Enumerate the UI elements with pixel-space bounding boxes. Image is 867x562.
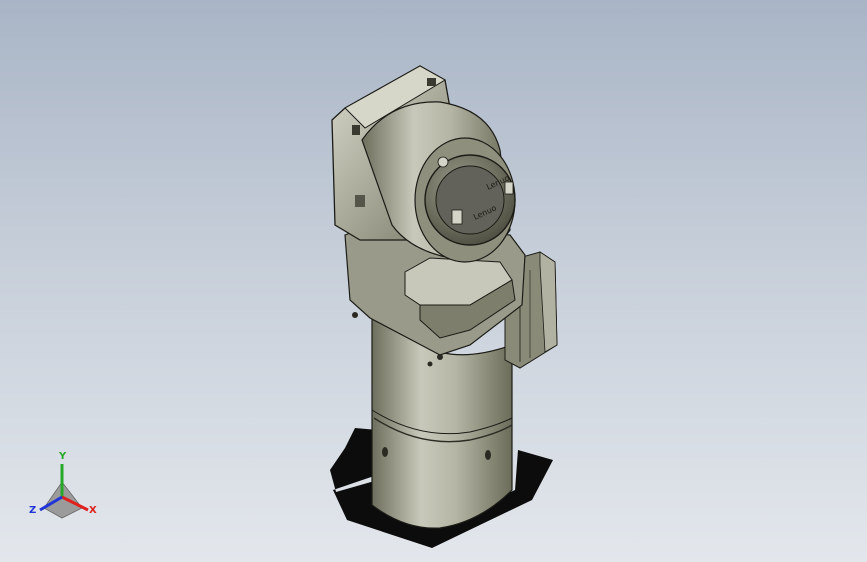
model-canvas[interactable]: Lenuo Lenuo	[0, 0, 867, 562]
triad-y-label: Y	[59, 451, 67, 462]
view-triad[interactable]	[39, 464, 89, 519]
triad-z-label: Z	[29, 505, 37, 516]
output-cap[interactable]: Lenuo Lenuo	[424, 154, 516, 246]
graphics-viewport[interactable]: Lenuo Lenuo Y X Z	[0, 0, 867, 562]
triad-x-label: X	[89, 505, 97, 516]
